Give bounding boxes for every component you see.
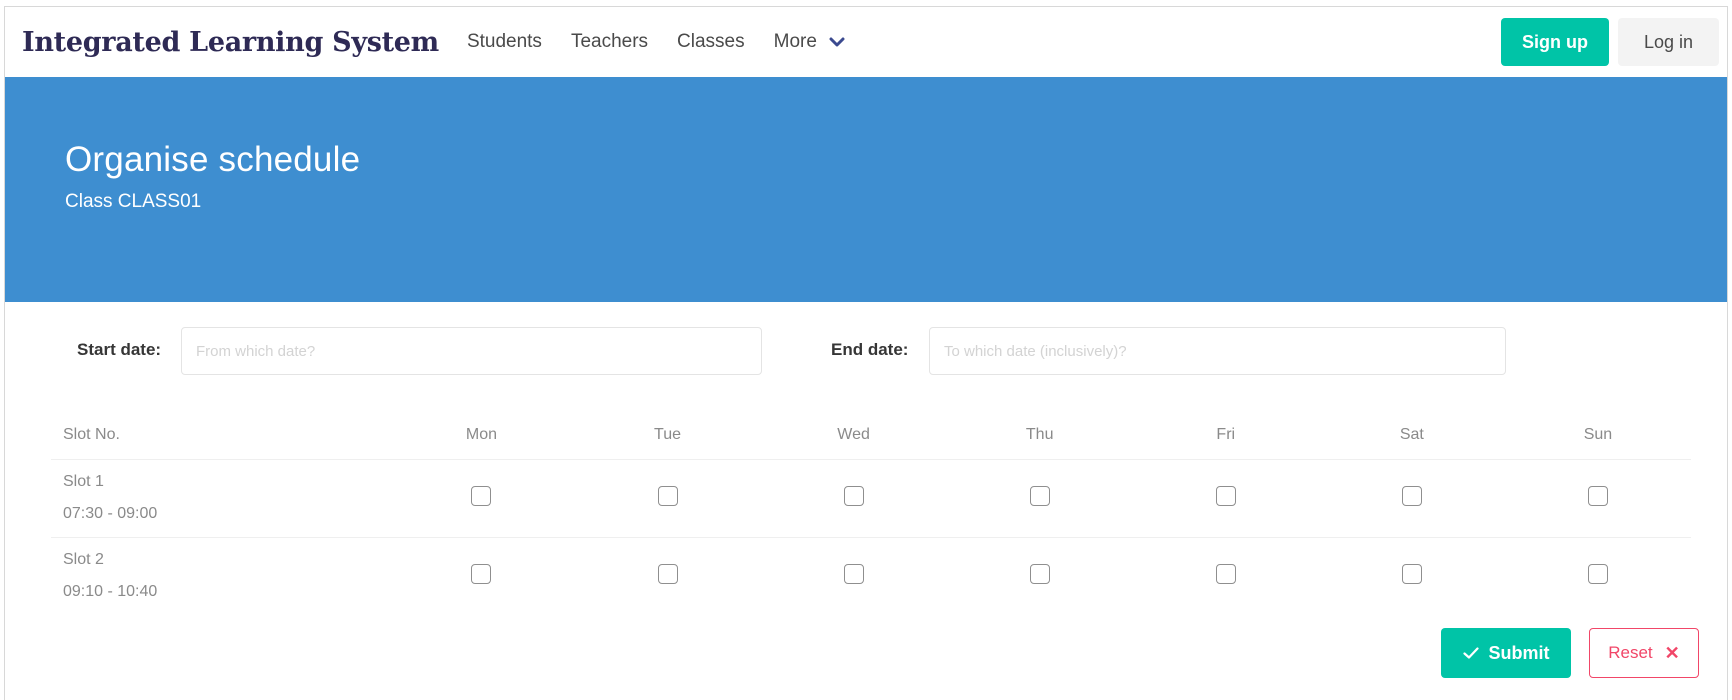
- signup-button[interactable]: Sign up: [1501, 18, 1609, 66]
- schedule-header-row: Slot No. Mon Tue Wed Thu Fri Sat Sun: [51, 411, 1691, 459]
- slot-day-cell: [1505, 459, 1691, 537]
- slot-2-tue-checkbox[interactable]: [657, 563, 678, 584]
- date-range-row: Start date: End date:: [5, 327, 1727, 375]
- nav-more-dropdown[interactable]: More: [774, 31, 845, 53]
- slot-time: 07:30 - 09:00: [63, 505, 158, 522]
- slot-cell: Slot 2 09:10 - 10:40: [51, 537, 388, 615]
- brand-logo[interactable]: Integrated Learning System: [22, 27, 439, 58]
- check-icon: [1462, 647, 1479, 659]
- slot-day-cell: [1319, 459, 1505, 537]
- nav-auth-buttons: Sign up Log in: [1501, 18, 1719, 66]
- slot-day-cell: [761, 537, 947, 615]
- nav-links: Students Teachers Classes More: [467, 31, 845, 53]
- start-date-input[interactable]: [181, 327, 762, 375]
- submit-label: Submit: [1488, 642, 1550, 663]
- slot-cell: Slot 1 07:30 - 09:00: [51, 459, 388, 537]
- page-title: Organise schedule: [65, 140, 361, 179]
- reset-button[interactable]: Reset ✕: [1589, 628, 1699, 678]
- slot-2-fri-checkbox[interactable]: [1215, 563, 1236, 584]
- slot-day-cell: [1133, 537, 1319, 615]
- slot-day-cell: [1319, 537, 1505, 615]
- schedule-table: Slot No. Mon Tue Wed Thu Fri Sat Sun Slo…: [51, 411, 1691, 615]
- slot-day-cell: [388, 537, 574, 615]
- slot-2-sat-checkbox[interactable]: [1401, 563, 1422, 584]
- day-header-sat: Sat: [1399, 425, 1424, 443]
- slot-time: 09:10 - 10:40: [63, 583, 158, 601]
- day-header-sun: Sun: [1583, 425, 1613, 443]
- navbar: Integrated Learning System Students Teac…: [5, 7, 1727, 77]
- day-header-thu: Thu: [1025, 425, 1054, 443]
- slot-1-wed-checkbox[interactable]: [843, 485, 864, 506]
- slot-1-mon-checkbox[interactable]: [471, 485, 492, 506]
- slot-name: Slot 2: [63, 551, 104, 569]
- submit-button[interactable]: Submit: [1441, 628, 1571, 678]
- slot-1-thu-checkbox[interactable]: [1029, 485, 1050, 506]
- slot-1-sat-checkbox[interactable]: [1401, 485, 1422, 506]
- slot-day-cell: [947, 459, 1133, 537]
- slot-day-cell: [388, 459, 574, 537]
- nav-link-students[interactable]: Students: [467, 31, 542, 53]
- table-row: Slot 1 07:30 - 09:00: [51, 459, 1691, 537]
- slot-day-cell: [1133, 459, 1319, 537]
- slot-day-cell: [1505, 537, 1691, 615]
- slot-1-tue-checkbox[interactable]: [657, 485, 678, 506]
- table-row: Slot 2 09:10 - 10:40: [51, 537, 1691, 615]
- slot-2-sun-checkbox[interactable]: [1587, 563, 1608, 584]
- slot-1-fri-checkbox[interactable]: [1215, 485, 1236, 506]
- chevron-down-icon: [829, 36, 845, 48]
- day-header-mon: Mon: [465, 425, 497, 443]
- slot-day-cell: [574, 537, 760, 615]
- slot-day-cell: [947, 537, 1133, 615]
- slot-1-sun-checkbox[interactable]: [1587, 485, 1608, 506]
- close-icon: ✕: [1664, 642, 1680, 663]
- slot-2-wed-checkbox[interactable]: [843, 563, 864, 584]
- nav-link-classes[interactable]: Classes: [677, 31, 745, 53]
- end-date-label: End date:: [831, 340, 909, 359]
- page-subtitle: Class CLASS01: [65, 191, 202, 212]
- slot-2-thu-checkbox[interactable]: [1029, 563, 1050, 584]
- login-button[interactable]: Log in: [1618, 18, 1719, 66]
- start-date-label: Start date:: [77, 340, 162, 359]
- hero-banner: Organise schedule Class CLASS01: [5, 77, 1727, 302]
- nav-link-teachers[interactable]: Teachers: [571, 31, 648, 53]
- day-header-tue: Tue: [654, 425, 682, 443]
- app-window: Integrated Learning System Students Teac…: [4, 6, 1728, 700]
- end-date-input[interactable]: [929, 327, 1506, 375]
- reset-label: Reset: [1608, 643, 1653, 662]
- day-header-wed: Wed: [837, 425, 870, 443]
- slot-no-header: Slot No.: [63, 425, 120, 443]
- nav-more-label: More: [773, 31, 817, 52]
- slot-day-cell: [574, 459, 760, 537]
- slot-name: Slot 1: [63, 473, 104, 490]
- slot-day-cell: [761, 459, 947, 537]
- day-header-fri: Fri: [1216, 425, 1236, 443]
- slot-2-mon-checkbox[interactable]: [471, 563, 492, 584]
